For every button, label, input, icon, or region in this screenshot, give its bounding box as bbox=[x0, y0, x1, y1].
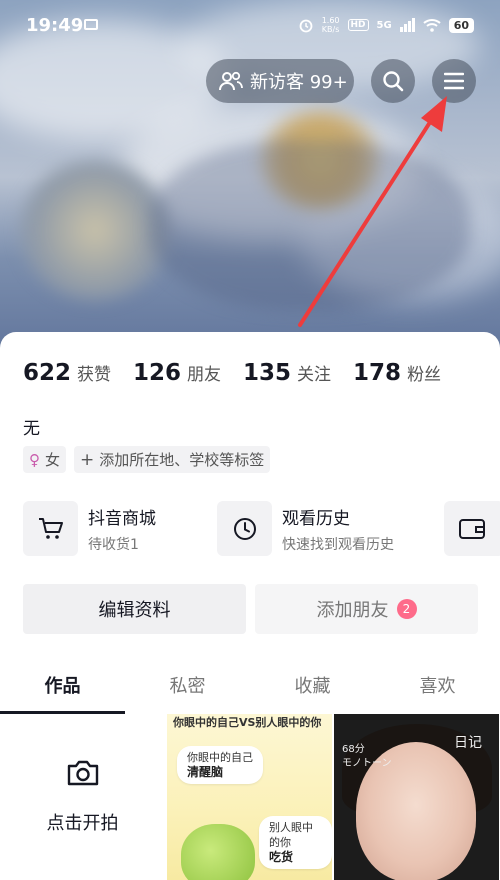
shortcut-history[interactable]: 观看历史 快速找到观看历史 bbox=[217, 501, 411, 556]
shortcut-subtitle: 快速找到观看历史 bbox=[282, 536, 394, 553]
bubble-line: 吃货 bbox=[269, 850, 294, 864]
tab-likes[interactable]: 喜欢 bbox=[375, 664, 500, 714]
apple-character bbox=[181, 824, 255, 880]
stat-label: 朋友 bbox=[187, 365, 222, 385]
video-thumbnail[interactable]: 68分 モノトーン 日记 bbox=[334, 714, 499, 880]
stat-label: 获赞 bbox=[77, 365, 112, 385]
bubble-line: 别人眼中的你 bbox=[269, 821, 313, 849]
stat-label: 关注 bbox=[297, 365, 332, 385]
gender-tag[interactable]: ♀ 女 bbox=[23, 446, 67, 473]
thumbnail-title: 你眼中的自己VS别人眼中的你 bbox=[173, 716, 322, 729]
profile-stats: 622 获赞 126 朋友 135 关注 178 粉丝 bbox=[23, 360, 441, 386]
profile-actions: 编辑资料 添加朋友 2 bbox=[23, 584, 478, 634]
wallet-icon bbox=[459, 519, 485, 539]
add-tag-label: 添加所在地、学校等标签 bbox=[99, 451, 265, 469]
thumbnail-label: 68分 bbox=[342, 744, 365, 755]
cart-icon bbox=[23, 501, 78, 556]
stat-value: 622 bbox=[23, 360, 72, 386]
thumbnail-label: 日记 bbox=[454, 735, 482, 751]
profile-tabs: 作品 私密 收藏 喜欢 bbox=[0, 664, 500, 714]
shortcut-row: 抖音商城 待收货1 观看历史 快速找到观看历史 bbox=[23, 501, 411, 556]
shortcut-mall[interactable]: 抖音商城 待收货1 bbox=[23, 501, 217, 556]
stat-label: 粉丝 bbox=[407, 365, 442, 385]
camera-icon bbox=[67, 760, 98, 786]
plus-icon: + bbox=[80, 449, 95, 470]
stat-following[interactable]: 135 关注 bbox=[243, 360, 331, 386]
stat-likes[interactable]: 622 获赞 bbox=[23, 360, 111, 386]
add-tag-button[interactable]: + 添加所在地、学校等标签 bbox=[74, 446, 271, 473]
start-shooting-label: 点击开拍 bbox=[46, 813, 119, 834]
tab-private[interactable]: 私密 bbox=[125, 664, 250, 714]
add-friends-badge: 2 bbox=[396, 599, 417, 619]
works-grid: 点击开拍 你眼中的自己VS别人眼中的你 你眼中的自己 清醒脑 别人眼中的你 吃货… bbox=[0, 714, 500, 880]
annotation-arrow bbox=[298, 96, 447, 327]
shortcut-subtitle: 待收货1 bbox=[88, 536, 139, 553]
edit-profile-button[interactable]: 编辑资料 bbox=[23, 584, 246, 634]
tab-works[interactable]: 作品 bbox=[0, 664, 125, 714]
start-shooting-button[interactable]: 点击开拍 bbox=[0, 714, 165, 880]
clock-icon bbox=[217, 501, 272, 556]
tab-favorites[interactable]: 收藏 bbox=[250, 664, 375, 714]
female-icon: ♀ bbox=[29, 450, 40, 469]
stat-value: 178 bbox=[353, 360, 402, 386]
stat-value: 126 bbox=[133, 360, 182, 386]
shortcut-wallet[interactable] bbox=[444, 501, 500, 556]
shortcut-title: 抖音商城 bbox=[88, 508, 156, 529]
shortcut-title: 观看历史 bbox=[282, 508, 350, 529]
profile-card: 622 获赞 126 朋友 135 关注 178 粉丝 无 ♀ 女 + 添加所在… bbox=[0, 332, 500, 880]
bubble-line: 你眼中的自己 bbox=[187, 751, 253, 764]
bubble-line: 清醒脑 bbox=[187, 765, 224, 779]
profile-tags: ♀ 女 + 添加所在地、学校等标签 bbox=[23, 446, 271, 473]
stat-value: 135 bbox=[243, 360, 292, 386]
profile-bio[interactable]: 无 bbox=[23, 414, 40, 439]
thumbnail-bubble: 别人眼中的你 吃货 bbox=[259, 816, 332, 869]
thumbnail-label: モノトーン bbox=[342, 758, 392, 769]
video-thumbnail[interactable]: 你眼中的自己VS别人眼中的你 你眼中的自己 清醒脑 别人眼中的你 吃货 bbox=[167, 714, 332, 880]
add-friends-button[interactable]: 添加朋友 2 bbox=[255, 584, 478, 634]
stat-friends[interactable]: 126 朋友 bbox=[133, 360, 221, 386]
gender-label: 女 bbox=[45, 451, 61, 469]
stat-followers[interactable]: 178 粉丝 bbox=[353, 360, 441, 386]
add-friends-label: 添加朋友 bbox=[316, 600, 389, 621]
thumbnail-bubble: 你眼中的自己 清醒脑 bbox=[177, 746, 263, 784]
